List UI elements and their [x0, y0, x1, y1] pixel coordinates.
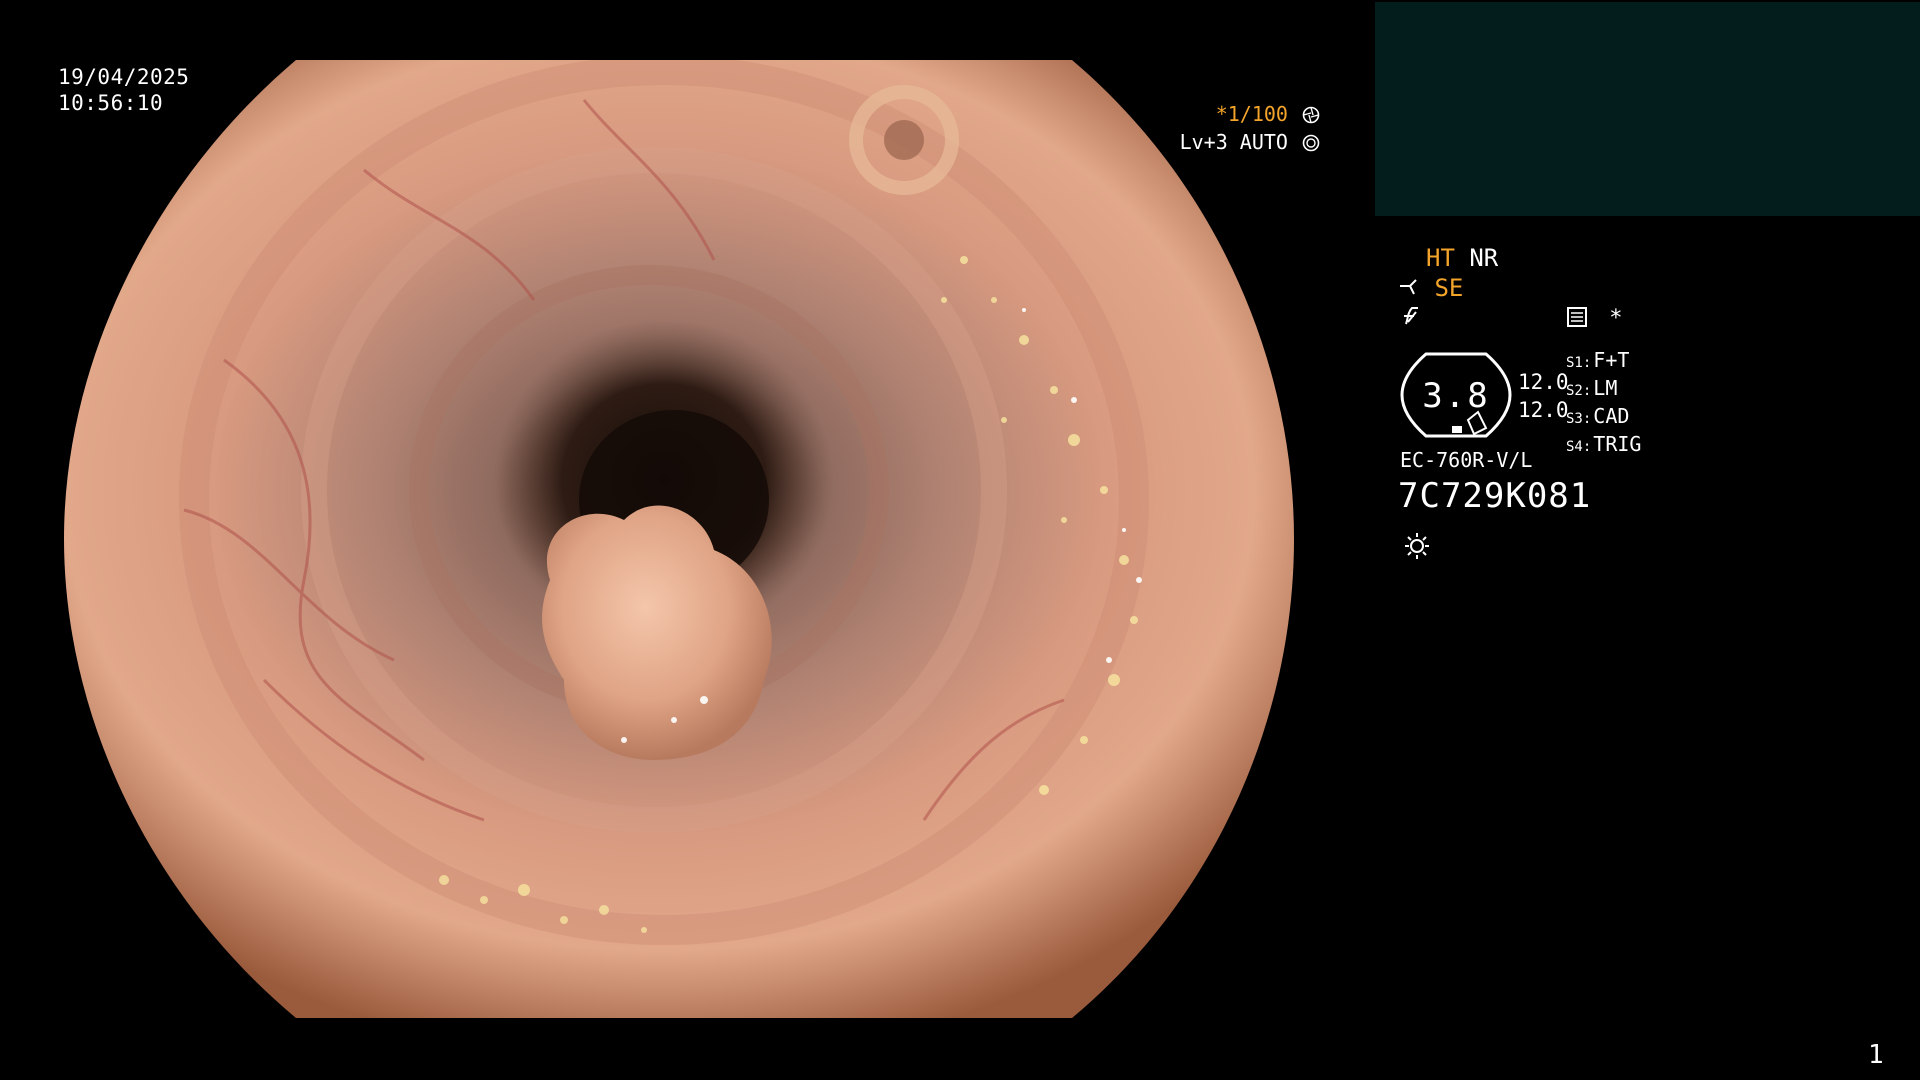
freeze-icon	[1404, 307, 1418, 325]
zoom-value-2: 12.0	[1518, 398, 1569, 422]
level-row: Lv+3 AUTO	[1180, 128, 1320, 156]
mode-row: HT NR	[1426, 244, 1498, 272]
iris-icon	[1302, 134, 1320, 152]
level-text: Lv+3 AUTO	[1179, 130, 1288, 154]
endoscope-image	[64, 60, 1304, 1018]
switch-s1: S1: F+T	[1566, 348, 1630, 372]
datetime-display: 19/04/2025 10:56:10	[58, 64, 189, 116]
zoom-values: 12.0 12.0	[1518, 368, 1569, 424]
exposure-info: *1/100 Lv+3 AUTO	[1180, 100, 1320, 156]
ht-mode: HT	[1426, 244, 1455, 272]
scope-model: EC-760R-V/L	[1400, 448, 1533, 472]
shutter-text: *1/100	[1215, 102, 1288, 126]
scope-tip-icon	[1400, 279, 1417, 295]
freeze-indicator	[1400, 304, 1422, 332]
aperture-icon	[1302, 106, 1320, 124]
nr-mode: NR	[1469, 244, 1499, 272]
endoscopy-screen: 19/04/2025 10:56:10 *1/100 Lv+3 AUTO HT …	[0, 0, 1920, 1080]
memo-icon	[1567, 307, 1587, 327]
switch-s3: S3: CAD	[1566, 404, 1630, 428]
date-text: 19/04/2025	[58, 65, 190, 89]
gauge-value: 3.8	[1422, 376, 1490, 416]
memo-row: *	[1566, 306, 1623, 331]
shutter-row: *1/100	[1180, 100, 1320, 128]
se-label: SE	[1434, 274, 1464, 302]
page-number: 1	[1868, 1040, 1884, 1070]
magnification-gauge: 3.8	[1400, 350, 1512, 440]
zoom-value-1: 12.0	[1518, 370, 1569, 394]
switch-s4: S4: TRIG	[1566, 432, 1642, 456]
asterisk-mark: *	[1609, 306, 1623, 331]
se-row: SE	[1398, 274, 1463, 302]
light-icon	[1405, 533, 1429, 559]
scope-serial: 7C729K081	[1398, 476, 1592, 516]
time-text: 10:56:10	[58, 91, 164, 115]
switch-s2: S2: LM	[1566, 376, 1618, 400]
thumbnail-panel	[1375, 2, 1920, 216]
switch-assignments: S1: F+T S2: LM S3: CAD S4: TRIG	[1566, 348, 1641, 460]
